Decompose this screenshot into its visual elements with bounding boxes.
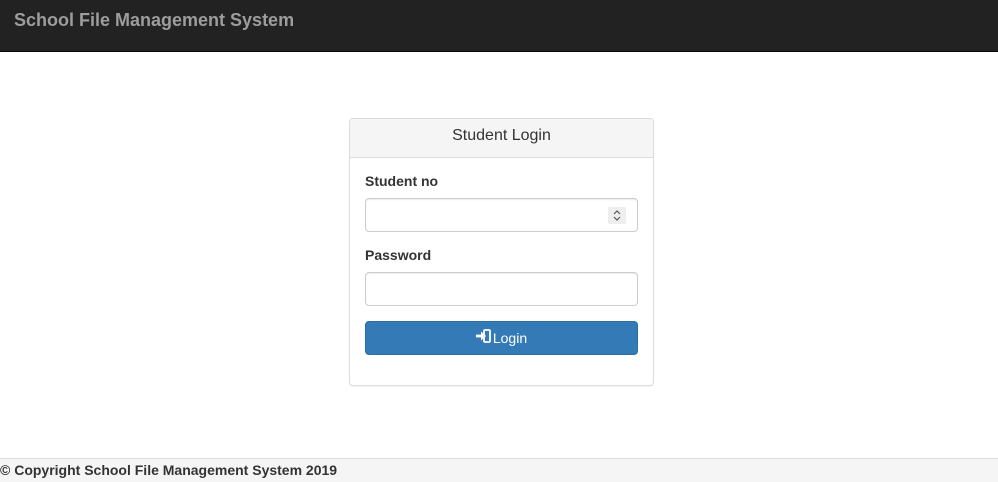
student-no-input[interactable] [365,198,638,232]
login-button[interactable]: Login [365,321,638,355]
login-panel: Student Login Student no Password Login [349,118,654,386]
spinner-arrows-icon[interactable] [608,207,626,224]
log-in-icon [475,322,491,354]
login-button-label: Login [492,330,528,346]
password-input[interactable] [365,272,638,306]
student-no-label: Student no [365,173,439,189]
login-panel-title: Student Login [350,119,653,158]
copyright-text: © Copyright School File Management Syste… [0,462,338,478]
page-footer: © Copyright School File Management Syste… [0,458,998,482]
navbar-brand[interactable]: School File Management System [14,9,294,31]
student-no-field[interactable] [366,199,596,231]
top-navbar: School File Management System [0,0,998,52]
password-label: Password [365,247,432,263]
